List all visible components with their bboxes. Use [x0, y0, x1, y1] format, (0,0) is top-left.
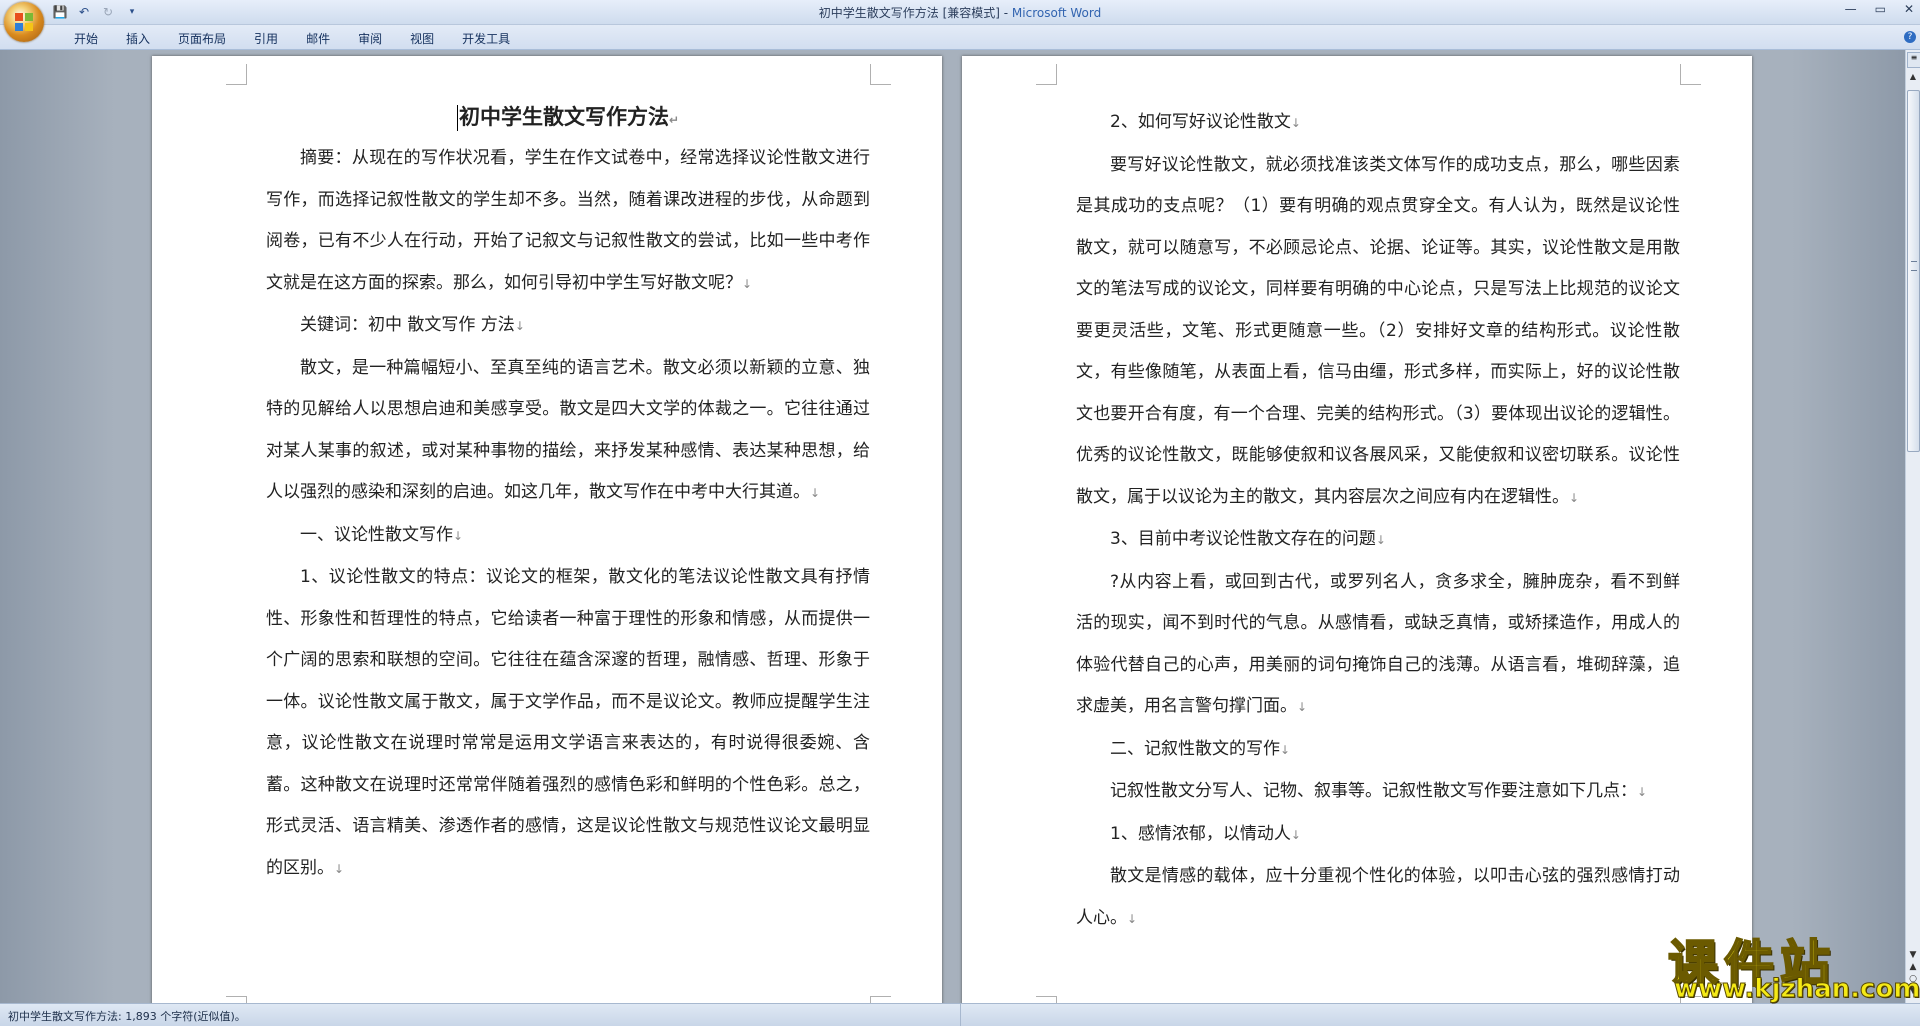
title-bar: 💾 ↶ ↻ ▾ 初中学生散文写作方法 [兼容模式] - Microsoft Wo… — [0, 0, 1920, 25]
scroll-up-icon[interactable]: ▲ — [1906, 70, 1920, 84]
tab-view[interactable]: 视图 — [396, 30, 448, 47]
office-logo-icon — [15, 13, 33, 31]
body-paragraph: 记叙性散文分写人、记物、叙事等。记叙性散文写作要注意如下几点：↓ — [1110, 781, 1648, 801]
window-controls: — ▭ ✕ — [1845, 2, 1914, 16]
document-title: 初中学生散文写作方法↵ — [266, 96, 870, 138]
scroll-down-icon[interactable]: ▼ — [1906, 949, 1920, 961]
scrollbar-thumb[interactable] — [1907, 90, 1920, 452]
body-paragraph: ?从内容上看，或回到古代，或罗列名人，贪多求全，臃肿庞杂，看不到鲜活的现实，闻不… — [1076, 571, 1680, 717]
tab-page-layout[interactable]: 页面布局 — [164, 30, 240, 47]
scroll-grip-icon — [1911, 261, 1917, 271]
section-heading: 一、议论性散文写作↓ — [300, 524, 464, 545]
tab-references[interactable]: 引用 — [240, 30, 292, 47]
maximize-button[interactable]: ▭ — [1875, 2, 1886, 16]
close-button[interactable]: ✕ — [1904, 2, 1914, 16]
document-area: 初中学生散文写作方法↵ 摘要：从现在的写作状况看，学生在作文试卷中，经常选择议论… — [0, 50, 1906, 1003]
section-heading: 3、目前中考议论性散文存在的问题↓ — [1110, 529, 1386, 549]
document-title-text: 初中学生散文写作方法 — [458, 105, 669, 129]
tab-developer[interactable]: 开发工具 — [448, 30, 524, 47]
page-left-content: 初中学生散文写作方法↵ 摘要：从现在的写作状况看，学生在作文试卷中，经常选择议论… — [266, 96, 870, 890]
tab-insert[interactable]: 插入 — [112, 30, 164, 47]
crop-mark — [226, 996, 247, 1003]
watermark-logo: 课件站 www.kjzhan.com — [1667, 924, 1920, 1005]
window-title-doc: 初中学生散文写作方法 [兼容模式] - — [818, 6, 1012, 20]
previous-page-icon[interactable]: ▲ — [1906, 961, 1920, 973]
crop-mark — [226, 64, 247, 85]
page-left[interactable]: 初中学生散文写作方法↵ 摘要：从现在的写作状况看，学生在作文试卷中，经常选择议论… — [152, 56, 942, 1003]
section-heading: 2、如何写好议论性散文↓ — [1110, 112, 1301, 132]
ruler-toggle-icon[interactable]: ≡ — [1907, 52, 1920, 68]
status-bar: 初中学生散文写作方法: 1,893 个字符(近似值)。 — [0, 1003, 1920, 1026]
tab-mailings[interactable]: 邮件 — [292, 30, 344, 47]
body-paragraph: 散文，是一种篇幅短小、至真至纯的语言艺术。散文必须以新颖的立意、独特的见解给人以… — [266, 357, 870, 503]
tab-home[interactable]: 开始 — [60, 30, 112, 47]
ribbon-tabs: 开始 插入 页面布局 引用 邮件 审阅 视图 开发工具 ? — [0, 25, 1920, 50]
abstract-paragraph: 摘要：从现在的写作状况看，学生在作文试卷中，经常选择议论性散文进行写作，而选择记… — [266, 148, 870, 293]
status-divider — [960, 1004, 961, 1026]
watermark-url: www.kjzhan.com — [1673, 974, 1920, 1005]
section-heading: 1、感情浓郁，以情动人↓ — [1110, 823, 1301, 844]
body-paragraph: 1、议论性散文的特点：议论文的框架，散文化的笔法议论性散文具有抒情性、形象性和哲… — [266, 567, 870, 878]
minimize-button[interactable]: — — [1845, 2, 1857, 16]
crop-mark — [1036, 996, 1057, 1003]
help-icon[interactable]: ? — [1904, 31, 1916, 43]
window-title-app: Microsoft Word — [1011, 6, 1102, 20]
crop-mark — [1036, 64, 1057, 85]
page-right-content: 2、如何写好议论性散文↓ 要写好议论性散文，就必须找准该类文体写作的成功支点，那… — [1076, 102, 1680, 940]
crop-mark — [870, 996, 891, 1003]
word-count-status[interactable]: 初中学生散文写作方法: 1,893 个字符(近似值)。 — [8, 1008, 246, 1024]
keywords-paragraph: 关键词：初中 散文写作 方法↓ — [300, 315, 525, 335]
section-heading: 二、记叙性散文的写作↓ — [1110, 738, 1291, 759]
crop-mark — [870, 64, 891, 85]
crop-mark — [1680, 64, 1701, 85]
window-title: 初中学生散文写作方法 [兼容模式] - Microsoft Word — [0, 4, 1920, 21]
vertical-scrollbar[interactable]: ≡ ▲ ▼ ▲ ○ ▼ — [1905, 50, 1920, 1003]
tab-review[interactable]: 审阅 — [344, 30, 396, 47]
page-right[interactable]: 2、如何写好议论性散文↓ 要写好议论性散文，就必须找准该类文体写作的成功支点，那… — [962, 56, 1752, 1003]
body-paragraph: 要写好议论性散文，就必须找准该类文体写作的成功支点，那么，哪些因素是其成功的支点… — [1076, 154, 1680, 507]
office-button[interactable] — [4, 2, 44, 42]
paragraph-mark: ↵ — [668, 113, 680, 127]
text-cursor — [456, 105, 458, 131]
body-paragraph: 散文是情感的载体，应十分重视个性化的体验，以叩击心弦的强烈感情打动人心。↓ — [1076, 866, 1680, 928]
